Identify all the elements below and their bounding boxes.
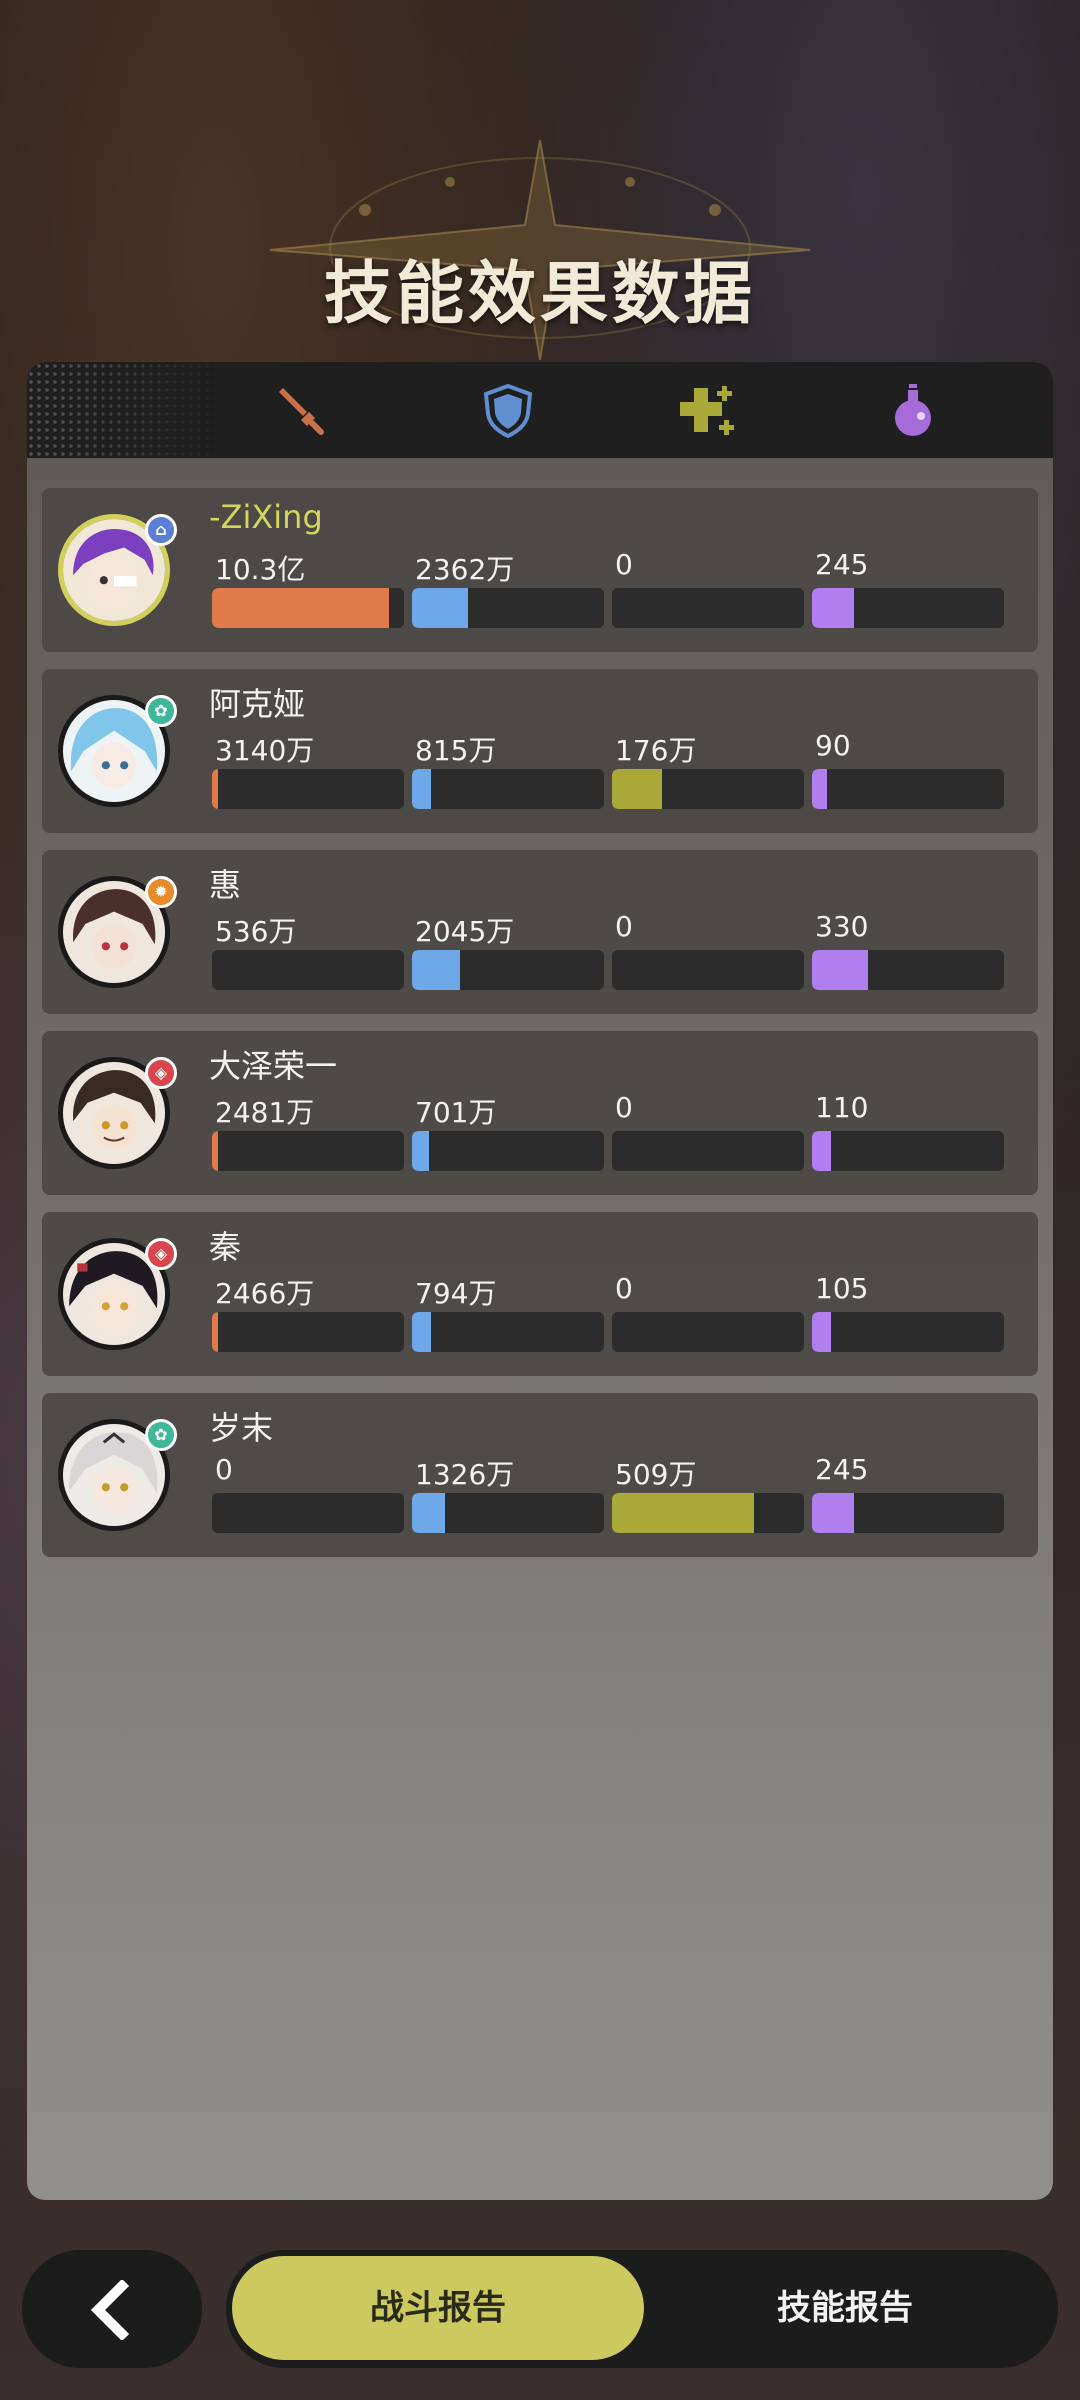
player-card: ✿ 阿克娅 3140万 815万 176万 90 [42,669,1038,833]
effect-bar [812,588,1004,628]
player-name: 秦 [209,1228,242,1266]
player-name: 惠 [209,866,242,904]
effect-bar [812,1131,1004,1171]
heal-value: 0 [615,1091,633,1124]
player-name: -ZiXing [209,498,323,536]
bar-fill [812,950,868,990]
heal-value: 0 [615,1272,633,1305]
heal-value: 0 [615,548,633,581]
sword-icon[interactable] [271,382,327,438]
bar-fill [212,1131,218,1171]
bar-fill [812,588,855,628]
shield-badge-icon: ◈ [145,1057,177,1089]
leaf-icon: ✿ [145,1419,177,1451]
title-area: 技能效果数据 [0,120,1080,360]
bar-fill [412,1131,430,1171]
heal-plus-icon[interactable] [680,382,736,438]
shield-value: 2045万 [415,915,515,948]
heal-bar [612,1493,804,1533]
effect-bar [812,769,1004,809]
bar-fill [412,1312,432,1352]
player-name: 阿克娅 [209,685,306,723]
tab-battle-report[interactable]: 战斗报告 [232,2256,644,2360]
player-card: ⌂ -ZiXing 10.3亿 2362万 0 245 [42,488,1038,652]
heal-value: 509万 [615,1458,697,1491]
player-name: 大泽荣一 [209,1047,338,1085]
heal-bar [612,769,804,809]
damage-value: 3140万 [215,734,315,767]
damage-value: 2466万 [215,1277,315,1310]
heal-bar [612,1131,804,1171]
bar-fill [412,588,468,628]
damage-bar [212,950,404,990]
effect-value: 245 [815,1453,869,1486]
effect-value: 330 [815,910,869,943]
player-card: ◈ 秦 2466万 794万 0 105 [42,1212,1038,1376]
effect-value: 105 [815,1272,869,1305]
player-name: 岁末 [209,1409,274,1447]
shield-value: 1326万 [415,1458,515,1491]
damage-value: 2481万 [215,1096,315,1129]
chevron-left-icon [90,2280,130,2340]
shield-bar [412,1493,604,1533]
tab-skill-report[interactable]: 技能报告 [660,2256,1030,2360]
bar-fill [812,1493,855,1533]
bar-fill [612,1493,755,1533]
effect-value: 90 [815,729,851,762]
bar-fill [212,769,218,809]
decorative-dots [27,362,227,458]
bar-fill [412,769,432,809]
heal-value: 176万 [615,734,697,767]
shield-bar [412,769,604,809]
shield-bar [412,1312,604,1352]
gear-icon: ✹ [145,876,177,908]
potion-icon[interactable] [885,382,941,438]
player-card: ✹ 惠 536万 2045万 0 330 [42,850,1038,1014]
effect-bar [812,1493,1004,1533]
heal-bar [612,950,804,990]
bar-fill [412,1493,445,1533]
shield-value: 815万 [415,734,497,767]
damage-bar [212,1131,404,1171]
bar-fill [812,769,828,809]
damage-value: 0 [215,1453,233,1486]
shield-icon[interactable] [480,382,536,438]
shield-bar [412,1131,604,1171]
heal-bar [612,1312,804,1352]
effect-value: 110 [815,1091,869,1124]
damage-value: 536万 [215,915,297,948]
shield-badge-icon: ◈ [145,1238,177,1270]
effect-bar [812,950,1004,990]
damage-value: 10.3亿 [215,553,306,586]
bar-fill [812,1131,832,1171]
category-tab-bar [27,362,1053,458]
damage-bar [212,1312,404,1352]
effect-value: 245 [815,548,869,581]
bar-fill [412,950,460,990]
leaf-icon: ✿ [145,695,177,727]
shield-bar [412,950,604,990]
shield-value: 701万 [415,1096,497,1129]
player-card: ✿ 岁末 0 1326万 509万 245 [42,1393,1038,1557]
shield-bar [412,588,604,628]
player-card: ◈ 大泽荣一 2481万 701万 0 110 [42,1031,1038,1195]
page-title: 技能效果数据 [323,255,756,334]
bar-fill [212,588,389,628]
damage-bar [212,588,404,628]
bar-fill [612,769,662,809]
skill-data-panel: ⌂ -ZiXing 10.3亿 2362万 0 245 ✿ 阿克娅 3140万 … [27,362,1053,2200]
house-icon: ⌂ [145,514,177,546]
shield-value: 2362万 [415,553,515,586]
damage-bar [212,769,404,809]
bar-fill [212,1312,218,1352]
bar-fill [812,1312,832,1352]
heal-value: 0 [615,910,633,943]
effect-bar [812,1312,1004,1352]
back-button[interactable] [22,2250,202,2368]
heal-bar [612,588,804,628]
shield-value: 794万 [415,1277,497,1310]
damage-bar [212,1493,404,1533]
